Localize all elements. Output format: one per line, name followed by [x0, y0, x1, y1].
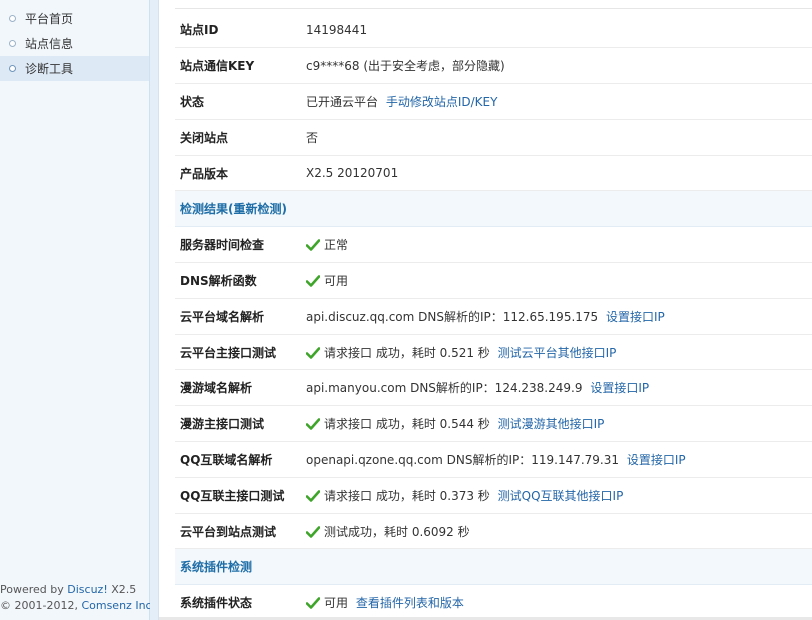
table-row: 云平台到站点测试 测试成功，耗时 0.6092 秒 — [175, 513, 812, 550]
sidebar-item-diagnostic-tools[interactable]: 诊断工具 — [0, 56, 149, 81]
table-row: DNS解析函数 可用 — [175, 262, 812, 299]
check-icon — [306, 275, 320, 287]
copyright: © 2001-2012, Comsenz Inc. — [0, 598, 155, 614]
row-label: 状态 — [175, 83, 306, 120]
row-label: QQ互联主接口测试 — [175, 477, 306, 514]
version-text: X2.5 — [107, 583, 137, 596]
row-label: 关闭站点 — [175, 119, 306, 156]
bullet-icon — [9, 15, 16, 22]
check-icon — [306, 597, 320, 609]
row-value: 请求接口 成功，耗时 0.544 秒 测试漫游其他接口IP — [306, 405, 812, 443]
check-icon — [306, 346, 320, 359]
row-label: 云平台域名解析 — [175, 298, 306, 335]
test-cloud-api-ip-link[interactable]: 测试云平台其他接口IP — [498, 346, 617, 360]
frame-splitter[interactable] — [150, 0, 159, 620]
table-row: 云平台域名解析 api.discuz.qq.com DNS解析的IP：112.6… — [175, 298, 812, 335]
result-text: 可用 — [324, 596, 349, 611]
row-value: c9****68 (出于安全考虑，部分隐藏) — [306, 47, 812, 85]
row-label: DNS解析函数 — [175, 262, 306, 299]
row-value: 已开通云平台 手动修改站点ID/KEY — [306, 83, 812, 120]
table-row: 系统插件状态 可用 查看插件列表和版本 — [175, 584, 812, 620]
table-row: 漫游主接口测试 请求接口 成功，耗时 0.544 秒 测试漫游其他接口IP — [175, 405, 812, 443]
table-row: 站点ID 14198441 — [175, 12, 812, 49]
table-row: 服务器时间检查 正常 — [175, 226, 812, 264]
row-label: 云平台主接口测试 — [175, 334, 306, 371]
row-label: QQ互联域名解析 — [175, 441, 306, 478]
row-value: 测试成功，耗时 0.6092 秒 — [306, 513, 812, 550]
table-row: 云平台主接口测试 请求接口 成功，耗时 0.521 秒 测试云平台其他接口IP — [175, 334, 812, 371]
result-text: openapi.qzone.qq.com DNS解析的IP：119.147.79… — [306, 452, 620, 467]
sidebar-item-platform-home[interactable]: 平台首页 — [0, 6, 149, 31]
sidebar-item-label: 平台首页 — [25, 12, 74, 26]
result-text: 请求接口 成功，耗时 0.521 秒 — [324, 345, 490, 360]
row-label: 服务器时间检查 — [175, 226, 306, 264]
row-value: X2.5 20120701 — [306, 155, 812, 192]
row-value: 请求接口 成功，耗时 0.521 秒 测试云平台其他接口IP — [306, 334, 812, 371]
bullet-icon — [9, 65, 16, 72]
row-label: 云平台到站点测试 — [175, 513, 306, 550]
check-icon — [306, 418, 320, 430]
footer: Powered by Discuz! X2.5 © 2001-2012, Com… — [0, 582, 155, 614]
row-value: api.discuz.qq.com DNS解析的IP：112.65.195.17… — [306, 298, 812, 335]
row-label: 站点ID — [175, 12, 306, 49]
row-value: 正常 — [306, 226, 812, 264]
check-icon — [306, 489, 320, 502]
row-value: 14198441 — [306, 12, 812, 49]
result-text: 请求接口 成功，耗时 0.373 秒 — [324, 488, 490, 503]
section-title-plugins: 系统插件检测 — [175, 548, 812, 586]
test-manyou-api-ip-link[interactable]: 测试漫游其他接口IP — [498, 417, 605, 431]
powered-by: Powered by Discuz! X2.5 — [0, 582, 150, 598]
main-content: 站点ID 14198441 站点通信KEY c9****68 (出于安全考虑，部… — [159, 0, 812, 620]
row-label: 站点通信KEY — [175, 47, 306, 85]
set-api-ip-link[interactable]: 设置接口IP — [627, 453, 686, 467]
diagnostic-table: 站点ID 14198441 站点通信KEY c9****68 (出于安全考虑，部… — [175, 12, 812, 620]
sidebar-nav: 平台首页 站点信息 诊断工具 — [0, 0, 149, 81]
check-icon — [306, 239, 320, 251]
result-text: api.discuz.qq.com DNS解析的IP：112.65.195.17… — [306, 309, 599, 324]
sidebar-item-site-info[interactable]: 站点信息 — [0, 31, 149, 56]
section-title-check-results[interactable]: 检测结果(重新检测) — [175, 190, 812, 228]
table-row: 关闭站点 否 — [175, 119, 812, 156]
row-label: 漫游主接口测试 — [175, 405, 306, 443]
table-row: QQ互联主接口测试 请求接口 成功，耗时 0.373 秒 测试QQ互联其他接口I… — [175, 477, 812, 514]
section-header: 系统插件检测 — [175, 548, 812, 586]
table-row: 漫游域名解析 api.manyou.com DNS解析的IP：124.238.2… — [175, 369, 812, 407]
copyright-prefix: © 2001-2012, — [0, 599, 82, 612]
powered-prefix: Powered by — [0, 583, 68, 596]
row-label: 漫游域名解析 — [175, 369, 306, 407]
row-value: 请求接口 成功，耗时 0.373 秒 测试QQ互联其他接口IP — [306, 477, 812, 514]
result-text: api.manyou.com DNS解析的IP：124.238.249.9 — [306, 381, 583, 396]
edit-site-key-link[interactable]: 手动修改站点ID/KEY — [386, 95, 498, 109]
row-value: api.manyou.com DNS解析的IP：124.238.249.9 设置… — [306, 369, 812, 407]
set-api-ip-link[interactable]: 设置接口IP — [590, 381, 649, 395]
status-text: 已开通云平台 — [306, 94, 379, 109]
divider — [175, 8, 812, 9]
set-api-ip-link[interactable]: 设置接口IP — [606, 310, 665, 324]
row-value: 否 — [306, 119, 812, 156]
view-plugin-list-link[interactable]: 查看插件列表和版本 — [356, 596, 464, 610]
sidebar: 平台首页 站点信息 诊断工具 Powered by Discuz! X2.5 ©… — [0, 0, 155, 620]
section-header: 检测结果(重新检测) — [175, 190, 812, 228]
row-label: 系统插件状态 — [175, 584, 306, 620]
sidebar-item-label: 站点信息 — [25, 37, 74, 51]
result-text: 测试成功，耗时 0.6092 秒 — [324, 524, 470, 539]
comsenz-link[interactable]: Comsenz Inc. — [81, 599, 155, 612]
result-text: 可用 — [324, 273, 349, 288]
discuz-link[interactable]: Discuz! — [67, 583, 107, 596]
bullet-icon — [9, 40, 16, 47]
table-row: 站点通信KEY c9****68 (出于安全考虑，部分隐藏) — [175, 47, 812, 85]
row-label: 产品版本 — [175, 155, 306, 192]
table-row: QQ互联域名解析 openapi.qzone.qq.com DNS解析的IP：1… — [175, 441, 812, 478]
row-value: 可用 查看插件列表和版本 — [306, 584, 812, 620]
row-value: 可用 — [306, 262, 812, 299]
sidebar-item-label: 诊断工具 — [25, 62, 74, 76]
result-text: 正常 — [324, 238, 349, 253]
table-row: 状态 已开通云平台 手动修改站点ID/KEY — [175, 83, 812, 120]
result-text: 请求接口 成功，耗时 0.544 秒 — [324, 417, 490, 432]
row-value: openapi.qzone.qq.com DNS解析的IP：119.147.79… — [306, 441, 812, 478]
test-qq-api-ip-link[interactable]: 测试QQ互联其他接口IP — [498, 489, 624, 503]
check-icon — [306, 525, 320, 538]
table-row: 产品版本 X2.5 20120701 — [175, 155, 812, 192]
